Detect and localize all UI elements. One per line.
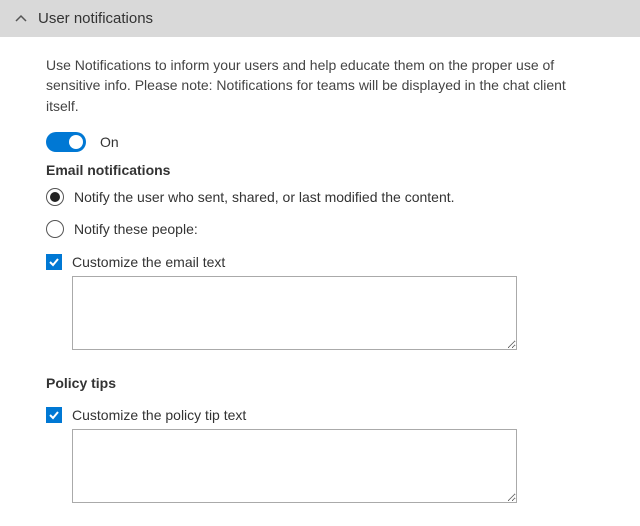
section-title: User notifications xyxy=(38,10,153,27)
notifications-toggle[interactable] xyxy=(46,132,86,152)
section-content: Use Notifications to inform your users a… xyxy=(0,37,640,526)
radio-icon[interactable] xyxy=(46,220,64,238)
customize-email-check-row: Customize the email text xyxy=(46,254,594,270)
radio-label: Notify the user who sent, shared, or las… xyxy=(74,189,455,205)
description-text: Use Notifications to inform your users a… xyxy=(46,55,594,116)
notifications-toggle-row: On xyxy=(46,132,594,152)
customize-email-label: Customize the email text xyxy=(72,254,225,270)
chevron-up-icon xyxy=(14,12,28,26)
radio-notify-people[interactable]: Notify these people: xyxy=(46,220,594,238)
policy-section-title: Policy tips xyxy=(46,375,594,391)
section-header[interactable]: User notifications xyxy=(0,0,640,37)
toggle-state-label: On xyxy=(100,134,119,150)
customize-policy-check-row: Customize the policy tip text xyxy=(46,407,594,423)
customize-policy-label: Customize the policy tip text xyxy=(72,407,246,423)
radio-icon[interactable] xyxy=(46,188,64,206)
email-section-title: Email notifications xyxy=(46,162,594,178)
customize-email-textarea[interactable] xyxy=(72,276,517,350)
customize-policy-checkbox[interactable] xyxy=(46,407,62,423)
customize-policy-textarea[interactable] xyxy=(72,429,517,503)
radio-notify-user[interactable]: Notify the user who sent, shared, or las… xyxy=(46,188,594,206)
customize-email-checkbox[interactable] xyxy=(46,254,62,270)
radio-label: Notify these people: xyxy=(74,221,198,237)
